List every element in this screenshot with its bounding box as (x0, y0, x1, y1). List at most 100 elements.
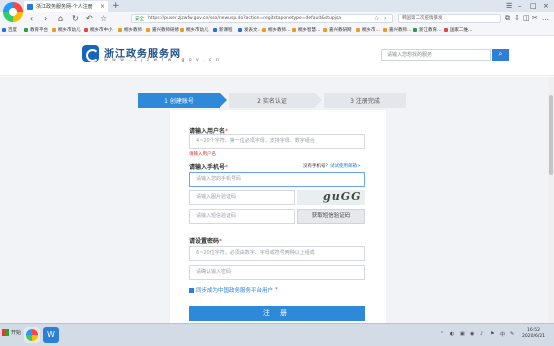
bookmark-icon (383, 28, 387, 32)
bookmark-item[interactable]: 桐乡市幼儿 (180, 27, 209, 33)
site-logo-icon[interactable] (82, 45, 99, 62)
agree-checkbox[interactable] (189, 287, 194, 293)
browser-navbar: ‹ › ⌂ ↻ ↶ ☆ 安全 https://puser.zjzwfw.gov.… (0, 12, 554, 25)
scroll-thumb[interactable] (549, 95, 553, 175)
start-button[interactable]: 开始 (2, 329, 21, 336)
bookmark-item[interactable]: 发表文… (238, 27, 262, 33)
bookmark-item[interactable]: 国家二维… (444, 27, 473, 33)
bookmark-item[interactable]: 教育平台 (24, 27, 48, 33)
tab-title: 浙江政务服务网-个人注册 (36, 4, 93, 10)
bookmark-icon (413, 28, 417, 32)
windows-icon (2, 329, 9, 336)
bookmark-item[interactable]: 桐乡教师… (262, 27, 291, 33)
browser-tab[interactable]: 浙江政务服务网-个人注册 × (24, 1, 108, 12)
download-icon[interactable]: ⇩ (514, 14, 520, 23)
bookmark-item[interactable]: 嘉兴教师研修 (146, 27, 179, 33)
menu-icon[interactable]: ☰ (506, 1, 512, 11)
close-window-icon[interactable]: × (543, 1, 549, 11)
tray-icon[interactable]: ◉ (470, 331, 474, 337)
agree-row: 同步成为中国政务服务平台用户 * (189, 286, 278, 294)
bookmark-icon (146, 28, 150, 32)
home-icon[interactable]: ⌂ (58, 13, 63, 24)
clock-date: 2020/6/21 (522, 334, 546, 339)
site-url-text: w w w . z j z w f w . g o v . c n (104, 58, 221, 63)
back-icon[interactable]: ‹ (30, 13, 33, 24)
browser-titlebar: 浙江政务服务网-个人注册 × + ☰ – □ × (0, 0, 554, 12)
browser-app-icon (26, 329, 38, 341)
tray-expand-icon[interactable]: ⌃ (440, 331, 444, 337)
bookmark-item[interactable]: 嘉兴教研网 (323, 27, 352, 33)
username-input[interactable]: 4~20个字符，第一位必须字母，支持字母、数字组合 (189, 134, 365, 149)
bookmark-icon (238, 28, 242, 32)
bookmark-icon (52, 28, 56, 32)
tab-close-icon[interactable]: × (100, 3, 105, 10)
taskbar-browser-app[interactable] (24, 327, 40, 343)
captcha-image[interactable]: guGG (297, 190, 365, 205)
bookmark-item[interactable]: 桐乡市幼儿 (52, 27, 81, 33)
step-arrow (220, 93, 227, 107)
bookmarks-bar: 百度 教育平台 桐乡市幼儿 桐乡市中小 桐乡教师 嘉兴教师研修 桐乡市幼儿 新课… (0, 25, 554, 36)
bookmark-icon (292, 28, 296, 32)
bookmark-icon (24, 28, 28, 32)
secure-label: 安全 (135, 16, 144, 22)
new-tab-button[interactable]: + (112, 1, 120, 11)
password-input[interactable]: 6~20位字符，必须由数字、字母或符号两种以上组成 (189, 246, 365, 261)
bookmark-icon (262, 28, 266, 32)
tray-icon[interactable]: ▣ (460, 331, 465, 337)
pen-icon[interactable]: ✎ (510, 331, 514, 337)
bookmark-item[interactable]: 嘉兴教师… (383, 27, 412, 33)
site-search-input[interactable]: 请输入您想找的服务 (381, 49, 491, 61)
bookmark-icon (2, 28, 6, 32)
bookmark-item[interactable]: 新课程 (213, 27, 233, 33)
bookmark-item[interactable]: 桐乡市中小 (84, 27, 113, 33)
address-bar[interactable]: 安全 https://puser.zjzwfw.gov.cn/sso/newus… (131, 14, 393, 23)
site-search-button[interactable]: ⌕ (492, 49, 509, 61)
more-icon[interactable]: … (542, 14, 549, 23)
favorite-star-icon[interactable]: ☆ (100, 13, 107, 24)
search-icon: ⌕ (498, 50, 503, 58)
tray-icon[interactable]: ◐ (450, 331, 454, 337)
taskbar: 开始 W ⌃ ◐ ▣ ◉ ♪ ⚑ 中 ✎ 16:52 2020/6/21 (0, 323, 554, 346)
agree-text[interactable]: 同步成为中国政务服务平台用户 (196, 286, 273, 294)
bookmark-icon (356, 28, 360, 32)
volume-icon[interactable]: ♪ (480, 331, 483, 337)
step-complete: 3 注册完成 (324, 93, 406, 108)
address-dropdown-icon[interactable]: › (384, 14, 386, 23)
register-button[interactable]: 注 册 (189, 306, 365, 321)
maximize-icon[interactable]: □ (530, 1, 537, 11)
bookmark-icon (180, 28, 184, 32)
step-arrow (315, 93, 322, 107)
minimize-icon[interactable]: – (518, 1, 522, 11)
flag-icon[interactable]: ⚑ (490, 331, 494, 337)
address-star-icon[interactable]: ☆ (374, 14, 379, 23)
forward-icon[interactable]: › (44, 13, 47, 24)
taskbar-second-app[interactable]: W (43, 327, 59, 343)
bookmark-item[interactable]: 桐乡市… (356, 27, 380, 33)
tab-favicon-icon (27, 3, 33, 10)
password-confirm-input[interactable]: 请确认输入密码 (189, 265, 365, 280)
tabs-icon[interactable]: ⧉ (505, 14, 510, 23)
clock[interactable]: 16:52 2020/6/21 (522, 328, 545, 340)
reload-icon[interactable]: ↻ (72, 13, 79, 24)
bookmark-item[interactable]: 浙江教育… (413, 27, 442, 33)
sidebar-icon[interactable]: ◫ (523, 14, 530, 23)
input-method-icon[interactable]: 中 (500, 331, 505, 338)
image-code-input[interactable]: 请输入图片验证码 (189, 190, 295, 205)
sms-code-input[interactable]: 请输入短信验证码 (189, 209, 295, 224)
app-icon: W (47, 330, 55, 339)
no-phone-hint: 没有手机号？试试使用邮箱> (303, 164, 361, 169)
site-header: 浙江政务服务网 w w w . z j z w f w . g o v . c … (0, 36, 554, 76)
web-search-box[interactable]: 韩国第二次疫情暴发 (398, 14, 501, 23)
address-url: https://puser.zjzwfw.gov.cn/sso/newusp.d… (148, 16, 342, 21)
phone-input[interactable]: 请输入您的手机号码 (189, 172, 365, 187)
bookmark-icon (84, 28, 88, 32)
email-register-link[interactable]: 试试使用邮箱> (330, 164, 361, 169)
phone-label: 请输入手机号* (189, 164, 229, 171)
screenshot-icon[interactable]: ✂ (532, 14, 538, 23)
get-sms-code-button[interactable]: 获取短信验证码 (297, 209, 365, 224)
bookmark-item[interactable]: 桐乡教师 (118, 27, 142, 33)
bookmark-item[interactable]: 百度 (2, 27, 17, 33)
undo-icon[interactable]: ↶ (86, 13, 93, 24)
bookmark-item[interactable]: 桐乡智慧… (292, 27, 321, 33)
password-label: 请设置密码* (189, 238, 223, 245)
